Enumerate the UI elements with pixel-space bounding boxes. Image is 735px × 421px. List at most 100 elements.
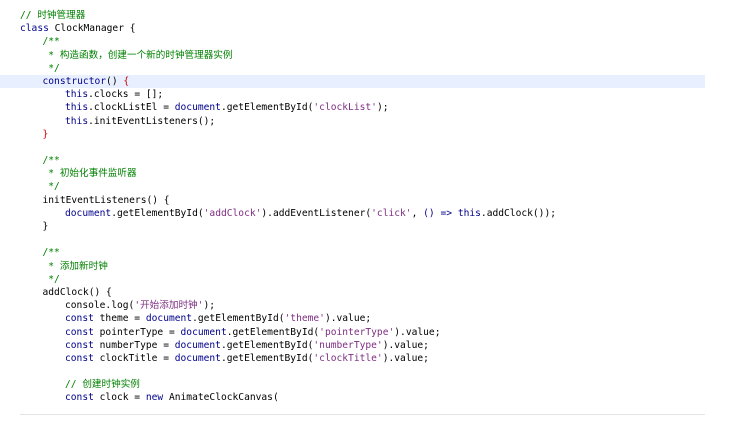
code-text: } [42,221,49,232]
code-text: .getElementById( [220,339,314,351]
code-line[interactable]: const theme = document.getElementById('t… [0,312,735,325]
code-text: .clockListEl = [88,102,175,114]
code-line-current[interactable]: constructor() { [0,74,705,89]
code-line[interactable]: const clockTitle = document.getElementBy… [0,352,735,365]
code-line[interactable]: */ [0,180,735,193]
code-keyword: this [457,207,481,219]
code-comment: // 时钟管理器 [20,10,86,21]
code-line[interactable]: /** [0,154,735,167]
code-line[interactable]: * 添加新时钟 [0,260,735,273]
code-line[interactable] [0,141,735,154]
code-text: addClock() { [42,286,112,298]
code-comment: */ [42,181,60,193]
code-text: .addClock()); [480,207,557,219]
code-text: .getElementById( [192,313,285,325]
code-text: .getElementById( [220,352,314,364]
code-text: theme = [99,313,146,325]
code-keyword: class [20,23,55,35]
code-line[interactable]: } [0,220,735,233]
code-keyword: const [65,392,100,404]
code-text: AnimateClockCanvas( [168,392,279,404]
code-text: ).addEventListener( [261,207,372,219]
code-text: pointerType = [99,326,181,338]
code-string: 'theme' [284,313,325,325]
code-comment: * 初始化事件监听器 [42,168,137,180]
code-line[interactable]: this.clockListEl = document.getElementBy… [0,101,735,114]
code-comment: * 添加新时钟 [42,260,108,272]
code-keyword: document [174,339,221,351]
code-comment: */ [42,273,60,285]
code-comment: /** [42,155,60,167]
code-line[interactable]: /** [0,246,735,259]
code-line[interactable]: */ [0,62,735,75]
code-string: '开始添加时钟' [134,300,204,312]
code-keyword: document [145,313,193,325]
code-keyword: this [65,89,89,101]
code-text: initEventListeners() { [42,194,170,206]
code-string: 'addClock' [203,207,262,219]
code-keyword: this [65,115,89,127]
code-text: { [129,23,136,35]
code-text: .getElementById( [226,326,320,338]
code-string: 'clockTitle' [313,352,383,364]
code-line[interactable]: * 构造函数，创建一个新的时钟管理器实例 [0,49,735,62]
code-text: ); [376,102,389,114]
code-keyword: this [65,102,89,114]
code-line[interactable]: * 初始化事件监听器 [0,167,735,180]
code-line[interactable]: // 创建时钟实例 [0,378,735,391]
code-line[interactable]: console.log('开始添加时钟'); [0,299,735,312]
code-keyword: document [65,207,112,219]
code-line[interactable]: */ [0,273,735,286]
editor-bottom-divider [20,414,705,415]
code-comment: */ [42,62,60,74]
code-line[interactable]: addClock() { [0,286,735,299]
code-text: ).value; [324,313,372,325]
code-brace-match: } [42,128,49,140]
code-line[interactable]: this.clocks = []; [0,88,735,101]
code-line[interactable]: const pointerType = document.getElementB… [0,326,735,339]
code-keyword: document [174,102,221,114]
code-text: .clocks = []; [88,89,164,101]
code-line[interactable]: document.getElementById('addClock').addE… [0,207,735,220]
code-line[interactable]: const numberType = document.getElementBy… [0,339,735,352]
code-line[interactable] [0,233,735,246]
code-line[interactable]: const clock = new AnimateClockCanvas( [0,391,735,404]
code-text: ); [203,300,215,312]
code-text: .getElementById( [111,207,204,219]
code-line[interactable] [0,365,735,378]
code-line[interactable]: this.initEventListeners(); [0,115,735,128]
code-keyword: const [65,326,100,338]
code-editor[interactable]: // 时钟管理器 class ClockManager {/** * 构造函数，创… [0,0,735,421]
code-brace-match: { [123,75,130,87]
code-comment: /** [42,36,60,48]
code-comment: /** [42,247,60,259]
code-text: , [411,207,424,219]
code-text: () [106,75,124,87]
code-keyword: const [65,352,100,364]
code-keyword: const [65,313,100,325]
code-string: 'click' [371,207,412,219]
code-text: ).value; [382,339,429,351]
code-keyword: new [145,392,169,404]
code-keyword: constructor [42,75,107,87]
code-comment: * 构造函数，创建一个新的时钟管理器实例 [42,49,233,61]
code-text: numberType = [99,339,175,351]
code-text: ).value; [382,352,429,364]
code-line[interactable]: class ClockManager { [0,22,735,35]
code-keyword: document [174,352,221,364]
code-text: ).value; [394,326,441,338]
code-line[interactable]: initEventListeners() { [0,194,735,207]
code-lines[interactable]: // 时钟管理器 class ClockManager {/** * 构造函数，创… [0,9,735,405]
code-line[interactable]: // 时钟管理器 [0,9,735,22]
code-line[interactable]: } [0,128,735,141]
code-keyword: const [65,339,100,351]
code-keyword: document [180,326,227,338]
code-line[interactable]: /** [0,35,735,48]
code-text: clockTitle = [99,352,175,364]
code-keyword: () => [423,207,458,219]
code-text: console.log( [65,300,135,312]
code-string: 'pointerType' [319,326,395,338]
code-text: .getElementById( [220,102,314,114]
code-string: 'numberType' [313,339,383,351]
code-text: ClockManager [54,23,130,35]
